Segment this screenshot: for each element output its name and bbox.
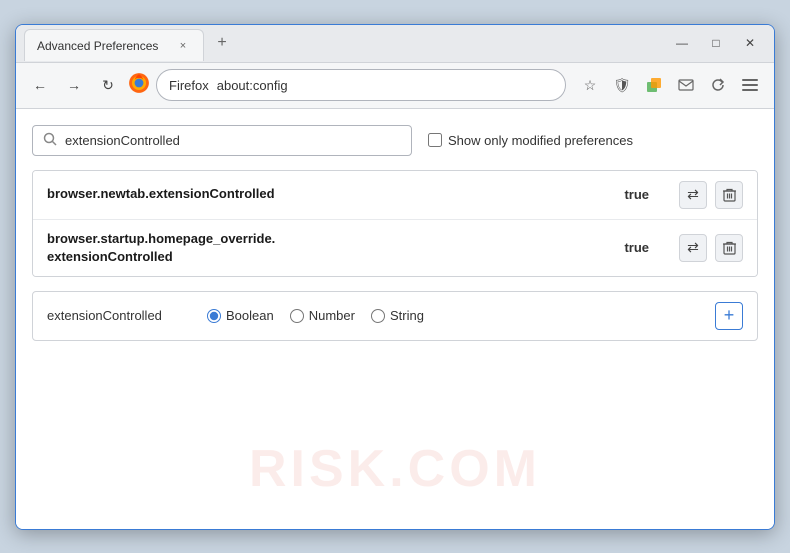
- search-input[interactable]: [65, 133, 401, 148]
- show-modified-text: Show only modified preferences: [448, 133, 633, 148]
- table-row: browser.newtab.extensionControlled true …: [33, 171, 757, 220]
- radio-boolean-label: Boolean: [226, 308, 274, 323]
- title-bar: Advanced Preferences × + — □ ✕: [16, 25, 774, 63]
- firefox-logo: [128, 72, 150, 99]
- menu-icon[interactable]: [736, 71, 764, 99]
- minimize-button[interactable]: —: [666, 29, 698, 57]
- toolbar-icons: ☆ 🛡: [576, 71, 764, 99]
- radio-string-label: String: [390, 308, 424, 323]
- pref-value-1: true: [624, 187, 649, 202]
- reload-button[interactable]: ↻: [94, 71, 122, 99]
- watermark: RISK.COM: [249, 439, 541, 499]
- maximize-button[interactable]: □: [700, 29, 732, 57]
- mail-icon[interactable]: [672, 71, 700, 99]
- back-icon: ←: [33, 77, 47, 93]
- add-pref-row: extensionControlled Boolean Number Strin…: [32, 291, 758, 341]
- search-icon: [43, 132, 57, 149]
- pref-search-box[interactable]: [32, 125, 412, 156]
- radio-number-label: Number: [309, 308, 355, 323]
- delete-button-2[interactable]: [715, 234, 743, 262]
- swap-button-2[interactable]: ⇄: [679, 234, 707, 262]
- swap-icon: ⇄: [687, 239, 699, 256]
- reload-icon: ↻: [102, 77, 114, 94]
- radio-group: Boolean Number String: [207, 308, 695, 323]
- radio-number-input[interactable]: [290, 309, 304, 323]
- pref-name-2-line1: browser.startup.homepage_override.: [47, 231, 275, 246]
- forward-icon: →: [67, 77, 81, 93]
- tab-close-button[interactable]: ×: [175, 38, 191, 54]
- pref-actions-2: ⇄: [679, 234, 743, 262]
- radio-string[interactable]: String: [371, 308, 424, 323]
- add-pref-button[interactable]: +: [715, 302, 743, 330]
- radio-boolean-input[interactable]: [207, 309, 221, 323]
- browser-name: Firefox: [169, 78, 209, 93]
- prefs-table: browser.newtab.extensionControlled true …: [32, 170, 758, 277]
- pref-name-2-line2: extensionControlled: [47, 249, 173, 264]
- add-pref-name: extensionControlled: [47, 308, 187, 323]
- pref-actions-1: ⇄: [679, 181, 743, 209]
- browser-tab[interactable]: Advanced Preferences ×: [24, 29, 204, 61]
- table-row: browser.startup.homepage_override. exten…: [33, 220, 757, 276]
- close-button[interactable]: ✕: [734, 29, 766, 57]
- tab-title: Advanced Preferences: [37, 39, 167, 53]
- pref-value-2: true: [624, 240, 649, 255]
- forward-button[interactable]: →: [60, 71, 88, 99]
- swap-icon: ⇄: [687, 186, 699, 203]
- show-modified-checkbox[interactable]: [428, 133, 442, 147]
- trash-icon: [723, 241, 736, 255]
- extension-icon[interactable]: [640, 71, 668, 99]
- url-text: about:config: [217, 78, 288, 93]
- window-controls: — □ ✕: [666, 29, 766, 57]
- delete-button-1[interactable]: [715, 181, 743, 209]
- page-content: RISK.COM Show only modified preferences …: [16, 109, 774, 529]
- address-bar[interactable]: Firefox about:config: [156, 69, 566, 101]
- pocket-icon[interactable]: 🛡: [608, 71, 636, 99]
- pref-name-1: browser.newtab.extensionControlled: [47, 185, 624, 203]
- show-modified-label[interactable]: Show only modified preferences: [428, 133, 633, 148]
- search-row: Show only modified preferences: [32, 125, 758, 156]
- swap-button-1[interactable]: ⇄: [679, 181, 707, 209]
- radio-number[interactable]: Number: [290, 308, 355, 323]
- back-button[interactable]: ←: [26, 71, 54, 99]
- nav-bar: ← → ↻ Firefox about:config ☆ 🛡: [16, 63, 774, 109]
- browser-window: Advanced Preferences × + — □ ✕ ← → ↻: [15, 24, 775, 530]
- radio-string-input[interactable]: [371, 309, 385, 323]
- sync-icon[interactable]: [704, 71, 732, 99]
- bookmark-icon[interactable]: ☆: [576, 71, 604, 99]
- radio-boolean[interactable]: Boolean: [207, 308, 274, 323]
- new-tab-button[interactable]: +: [208, 29, 236, 57]
- pref-name-2: browser.startup.homepage_override. exten…: [47, 230, 624, 266]
- trash-icon: [723, 188, 736, 202]
